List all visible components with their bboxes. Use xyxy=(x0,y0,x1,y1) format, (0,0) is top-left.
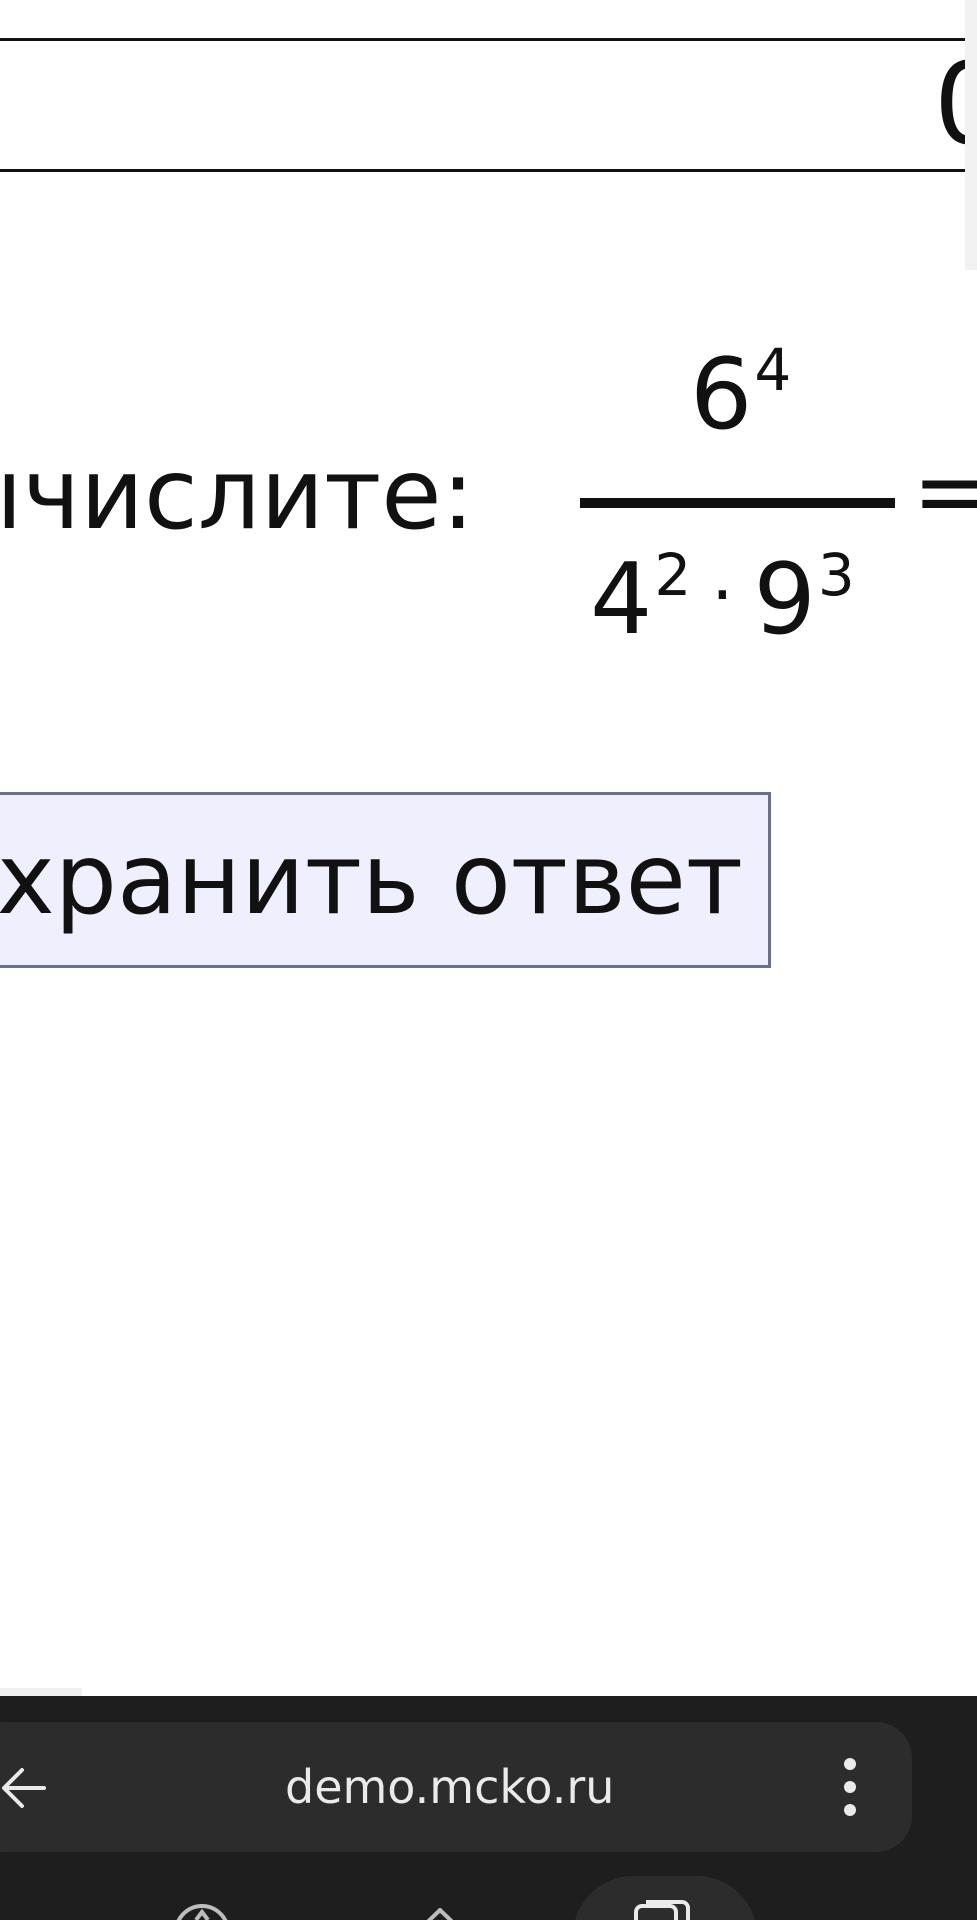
header-bottom-rule xyxy=(0,169,977,172)
denominator-base-1: 4 xyxy=(590,543,653,657)
home-icon[interactable] xyxy=(405,1898,475,1920)
header-top-rule xyxy=(0,38,977,41)
scrollbar-track[interactable] xyxy=(965,0,977,270)
equals-sign: = xyxy=(912,435,977,549)
multiply-dot: · xyxy=(711,554,734,636)
numerator-base: 6 xyxy=(690,338,753,452)
denominator-exponent-1: 2 xyxy=(654,541,692,609)
more-menu-icon[interactable] xyxy=(840,1756,860,1818)
denominator-base-2: 9 xyxy=(753,543,816,657)
fraction-expression: 64 42 · 93 xyxy=(580,335,900,675)
back-arrow-icon[interactable] xyxy=(0,1758,46,1818)
save-answer-button[interactable]: охранить ответ xyxy=(0,792,771,968)
nav-partial-icon-left[interactable] xyxy=(172,1898,232,1920)
fraction-numerator: 64 xyxy=(690,335,791,468)
denominator-exponent-2: 3 xyxy=(817,541,855,609)
fraction-bar xyxy=(580,498,895,508)
numerator-exponent: 4 xyxy=(754,336,792,404)
page-viewport: 0 ычислите: 64 42·93 = охранить ответ de… xyxy=(0,0,977,1920)
task-prompt-label: ычислите: xyxy=(0,438,475,552)
save-answer-label: охранить ответ xyxy=(0,823,743,937)
url-text[interactable]: demo.mcko.ru xyxy=(285,1757,614,1817)
tabs-icon[interactable] xyxy=(632,1900,692,1920)
bottom-left-strip xyxy=(0,1688,82,1696)
fraction-denominator: 42 · 93 xyxy=(590,540,855,673)
